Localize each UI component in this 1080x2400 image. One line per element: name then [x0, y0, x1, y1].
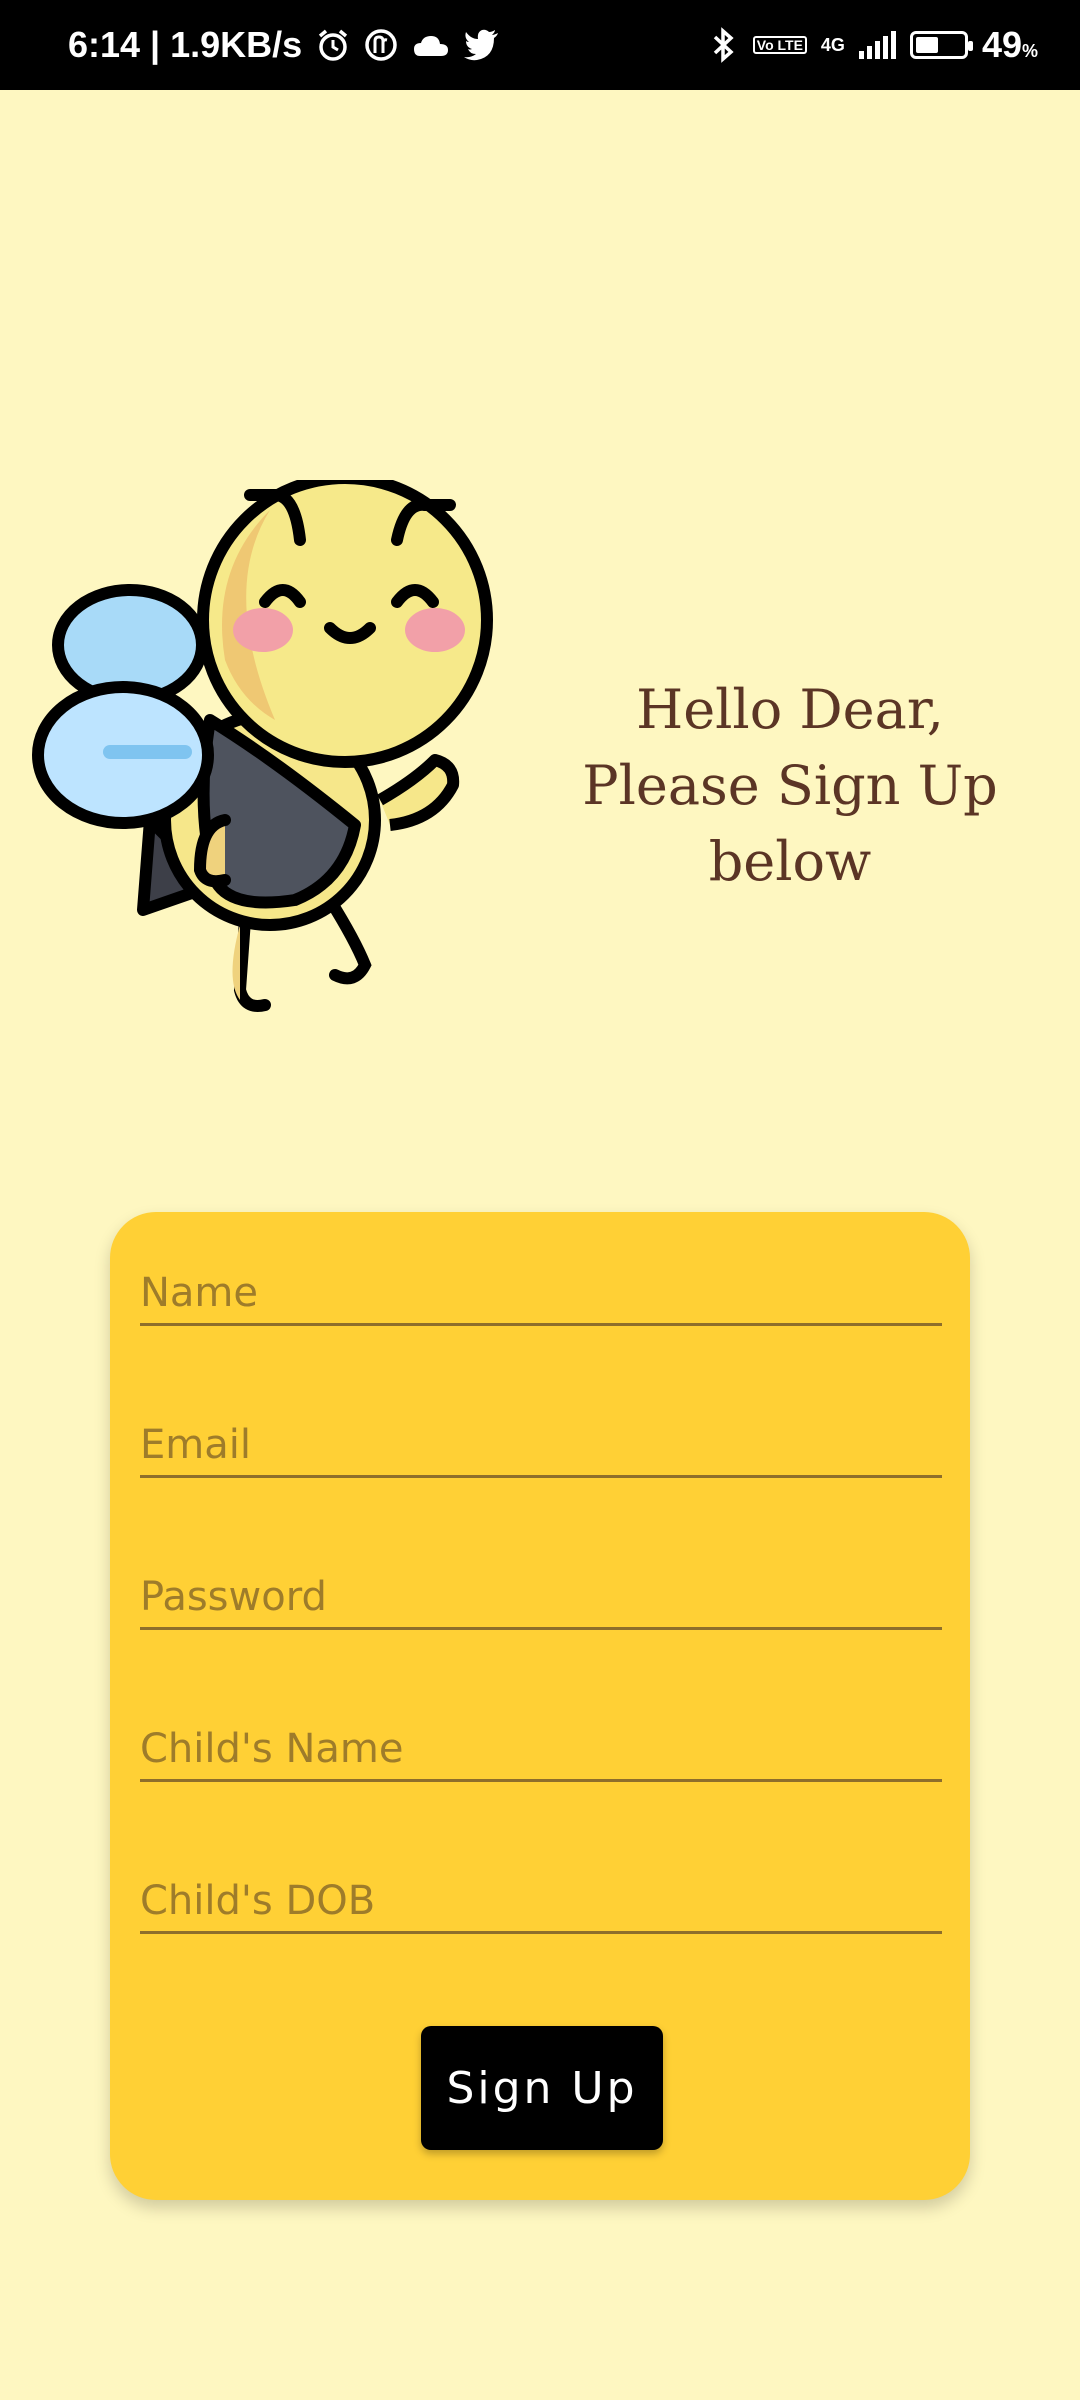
child-dob-field-container — [140, 1871, 942, 1934]
network-type: 4G — [820, 34, 845, 55]
email-field[interactable] — [140, 1415, 942, 1475]
greeting-line-2: Please Sign Up below — [582, 754, 998, 893]
greeting-text: Hello Dear, Please Sign Up below — [500, 672, 1080, 900]
child-dob-field[interactable] — [140, 1871, 942, 1931]
status-bar: 6:14 | 1.9KB/s Vo LTE 4G 49% — [0, 0, 1080, 90]
sign-up-button[interactable]: Sign Up — [421, 2026, 663, 2150]
battery-level — [915, 37, 939, 53]
email-field-container — [140, 1415, 942, 1478]
time-and-speed: 6:14 | 1.9KB/s — [68, 24, 303, 65]
status-bar-right: Vo LTE 4G 49% — [709, 0, 1038, 90]
child-name-field-container — [140, 1719, 942, 1782]
twitter-icon — [464, 29, 499, 61]
bee-mascot-illustration — [32, 480, 493, 1012]
app-notification-icon — [365, 29, 397, 61]
battery-percent: 49% — [981, 24, 1038, 65]
signup-form-card: Sign Up — [110, 1212, 970, 2200]
greeting-line-1: Hello Dear, — [636, 678, 944, 741]
name-field-container — [140, 1263, 942, 1326]
password-field[interactable] — [140, 1567, 942, 1627]
battery-icon — [909, 31, 973, 59]
alarm-icon — [319, 29, 348, 61]
status-bar-left: 6:14 | 1.9KB/s — [68, 0, 500, 90]
name-field[interactable] — [140, 1263, 942, 1323]
volte-badge: Vo LTE — [752, 36, 807, 54]
cloud-icon — [414, 36, 449, 56]
bluetooth-icon — [713, 27, 734, 63]
child-name-field[interactable] — [140, 1719, 942, 1779]
signal-strength-icon — [858, 31, 896, 59]
password-field-container — [140, 1567, 942, 1630]
